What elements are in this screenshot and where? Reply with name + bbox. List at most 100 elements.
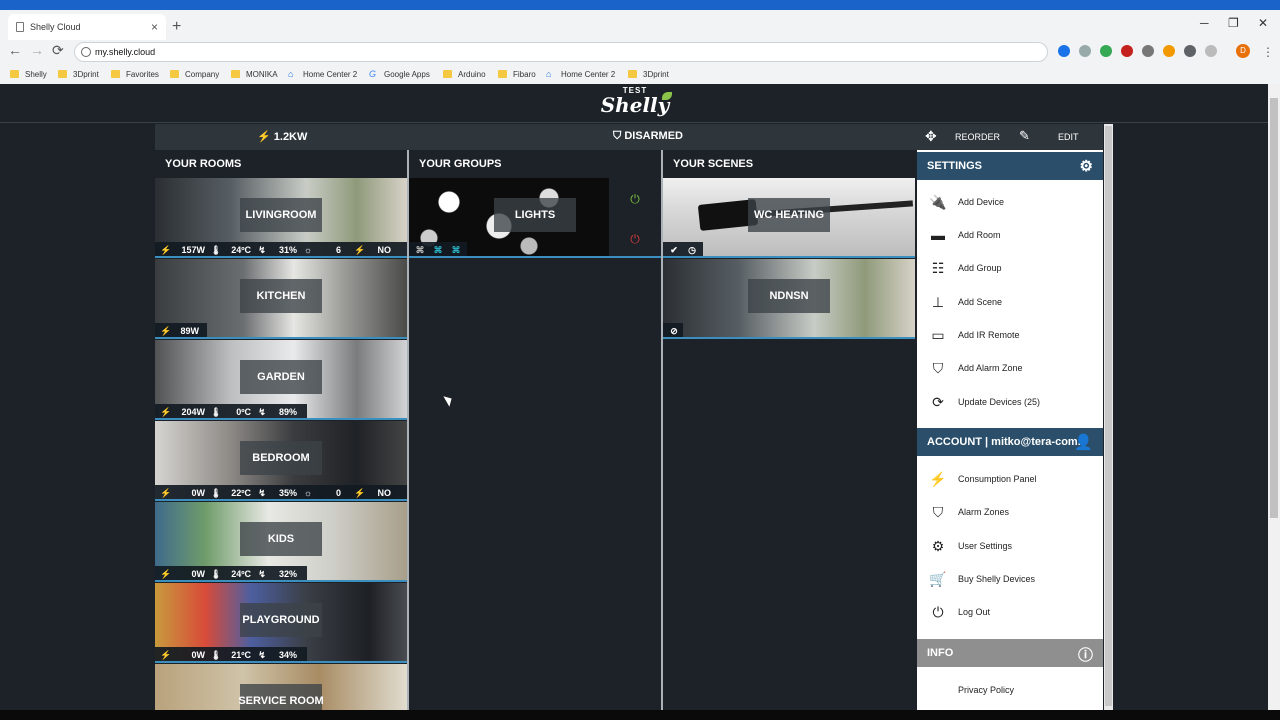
page-icon xyxy=(16,22,24,32)
device-icon: ⌘ xyxy=(451,244,461,255)
scene-tile-wc-heating[interactable]: WC HEATING ✔ ◷ xyxy=(663,178,915,258)
add-ir-remote-item[interactable]: ▭ Add IR Remote xyxy=(917,318,1103,351)
add-room-item[interactable]: ▬ Add Room xyxy=(917,218,1103,251)
info-header: INFO ⓘ xyxy=(917,639,1103,667)
extension-icon[interactable] xyxy=(1205,45,1217,57)
bolt-icon: ⚡ xyxy=(160,649,172,660)
edit-button[interactable]: EDIT xyxy=(1058,132,1079,142)
room-tile-kitchen[interactable]: KITCHEN ⚡ 89W xyxy=(155,259,407,339)
extension-icon[interactable] xyxy=(1184,45,1196,57)
bookmark-item[interactable]: MONIKA xyxy=(231,67,278,81)
info-icon[interactable] xyxy=(81,47,91,57)
scene-tile-ndnsn[interactable]: NDNSN ⊘ xyxy=(663,259,915,339)
bookmark-item[interactable]: ⌂ Home Center 2 xyxy=(546,67,615,81)
panel-scrollbar[interactable] xyxy=(1104,124,1113,710)
bookmark-item[interactable]: ⌂ Home Center 2 xyxy=(288,67,357,81)
address-bar[interactable]: my.shelly.cloud xyxy=(74,42,1048,62)
device-icon: ⌘ xyxy=(433,244,443,255)
close-window-icon[interactable]: ✕ xyxy=(1258,16,1268,30)
reorder-button[interactable]: REORDER xyxy=(955,132,1000,142)
minimize-icon[interactable]: ─ xyxy=(1200,16,1209,30)
motion-icon: ⚡ xyxy=(354,487,366,498)
groups-header: YOUR GROUPS xyxy=(409,150,661,178)
disabled-icon: ⊘ xyxy=(670,325,678,336)
consumption-panel-item[interactable]: ⚡ Consumption Panel xyxy=(917,462,1103,495)
bookmark-item[interactable]: 3Dprint xyxy=(58,67,99,81)
scrollbar-thumb[interactable] xyxy=(1105,126,1112,706)
user-settings-item[interactable]: ⚙ User Settings xyxy=(917,529,1103,562)
move-icon[interactable]: ✥ xyxy=(925,128,937,145)
reload-icon[interactable]: ⟳ xyxy=(52,42,64,59)
buy-devices-item[interactable]: 🛒 Buy Shelly Devices xyxy=(917,562,1103,595)
bookmark-item[interactable]: 3Dprint xyxy=(628,67,669,81)
humidity-icon: ↯ xyxy=(258,649,266,660)
thermometer-icon: 🌡 xyxy=(210,487,222,498)
room-tile-kids[interactable]: KIDS ⚡ 0W 🌡 24ºC ↯ 32% xyxy=(155,502,407,582)
extension-icon[interactable] xyxy=(1058,45,1070,57)
thermometer-icon: 🌡 xyxy=(210,406,222,417)
add-scene-item[interactable]: ⊥ Add Scene xyxy=(917,285,1103,318)
info-circle-icon[interactable]: ⓘ xyxy=(1078,644,1093,665)
scene-name: NDNSN xyxy=(748,279,830,313)
browser-tab[interactable]: Shelly Cloud × xyxy=(8,14,166,40)
motion-icon: ⚡ xyxy=(354,244,366,255)
extension-icon[interactable] xyxy=(1163,45,1175,57)
room-name: GARDEN xyxy=(240,360,322,394)
pencil-icon[interactable]: ✎ xyxy=(1019,128,1030,144)
log-out-item[interactable]: ⏻ Log Out xyxy=(917,595,1103,628)
tab-close-icon[interactable]: × xyxy=(151,20,158,34)
shelly-logo[interactable]: TEST Shelly xyxy=(598,86,672,116)
extension-icon[interactable] xyxy=(1121,45,1133,57)
privacy-policy-item[interactable]: Privacy Policy xyxy=(917,673,1103,706)
extension-icon[interactable] xyxy=(1100,45,1112,57)
maximize-icon[interactable]: ❐ xyxy=(1228,16,1239,30)
remote-icon: ▭ xyxy=(931,327,945,343)
gear-icon[interactable]: ⚙ xyxy=(1080,157,1093,175)
bookmark-item[interactable]: Arduino xyxy=(443,67,486,81)
plug-icon: 🔌 xyxy=(929,194,947,210)
room-tile-livingroom[interactable]: LIVINGROOM ⚡ 157W 🌡 24ºC ↯ 31% ☼ 6 ⚡ NO xyxy=(155,178,407,258)
room-tile-service-room[interactable]: SERVICE ROOM xyxy=(155,664,407,710)
user-icon[interactable]: 👤 xyxy=(1074,433,1093,451)
folder-icon xyxy=(170,70,179,78)
scrollbar-thumb[interactable] xyxy=(1270,98,1278,518)
add-alarm-zone-item[interactable]: ⛉ Add Alarm Zone xyxy=(917,351,1103,384)
page-scrollbar[interactable] xyxy=(1268,84,1280,710)
power-on-icon[interactable]: ⏻ xyxy=(626,190,644,208)
room-tile-bedroom[interactable]: BEDROOM ⚡ 0W 🌡 22ºC ↯ 35% ☼ 0 ⚡ NO xyxy=(155,421,407,501)
bookmark-item[interactable]: Shelly xyxy=(10,67,47,81)
refresh-icon: ⟳ xyxy=(932,394,944,410)
alarm-status[interactable]: ⛉ DISARMED xyxy=(613,130,683,143)
add-device-item[interactable]: 🔌 Add Device xyxy=(917,185,1103,218)
menu-dots-icon[interactable]: ⋮ xyxy=(1262,45,1274,59)
power-off-icon[interactable]: ⏻ xyxy=(626,230,644,248)
tab-title: Shelly Cloud xyxy=(30,22,81,32)
tile-underline xyxy=(155,337,407,339)
bookmark-item[interactable]: Company xyxy=(170,67,219,81)
thermometer-icon: 🌡 xyxy=(210,244,222,255)
forward-arrow-icon[interactable]: → xyxy=(30,42,44,58)
extension-icon[interactable] xyxy=(1079,45,1091,57)
bookmark-item[interactable]: Fibaro xyxy=(498,67,536,81)
right-panel: ✥ REORDER ✎ EDIT SETTINGS ⚙ 🔌 Add Device … xyxy=(917,124,1103,710)
tile-underline xyxy=(155,580,407,582)
profile-avatar[interactable]: D xyxy=(1236,44,1250,58)
bookmark-item[interactable]: G Google Apps xyxy=(369,67,430,81)
bookmark-item[interactable]: Favorites xyxy=(111,67,159,81)
room-tile-playground[interactable]: PLAYGROUND ⚡ 0W 🌡 21ºC ↯ 34% xyxy=(155,583,407,663)
extension-icon[interactable] xyxy=(1142,45,1154,57)
alarm-zones-item[interactable]: ⛉ Alarm Zones xyxy=(917,495,1103,528)
back-arrow-icon[interactable]: ← xyxy=(8,42,22,58)
group-tile-lights[interactable]: LIGHTS ⏻ ⏻ ⌘ ⌘ ⌘ xyxy=(409,178,661,258)
room-name: KIDS xyxy=(240,522,322,556)
room-tile-garden[interactable]: GARDEN ⚡ 204W 🌡 0ºC ↯ 89% xyxy=(155,340,407,420)
new-tab-button[interactable]: + xyxy=(172,18,181,36)
update-devices-item[interactable]: ⟳ Update Devices (25) xyxy=(917,385,1103,418)
sun-icon: ☼ xyxy=(303,245,313,255)
tile-underline xyxy=(663,256,915,258)
add-group-item[interactable]: ☷ Add Group xyxy=(917,251,1103,284)
google-icon: G xyxy=(369,69,377,79)
thermometer-icon: 🌡 xyxy=(210,568,222,579)
settings-header: SETTINGS ⚙ xyxy=(917,152,1103,180)
status-bar: ⚡ 1.2KW ⛉ DISARMED xyxy=(155,124,917,150)
